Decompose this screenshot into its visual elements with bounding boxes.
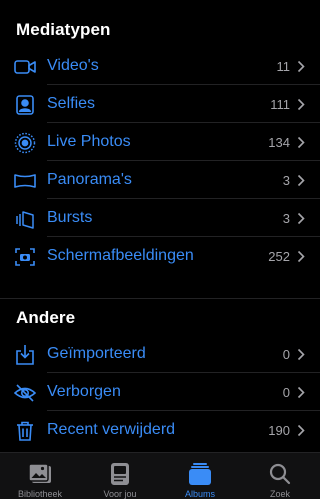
album-row-hidden[interactable]: Verborgen 0 xyxy=(0,374,320,411)
row-divider xyxy=(47,160,320,161)
album-count: 3 xyxy=(282,211,290,226)
album-label: Bursts xyxy=(47,209,93,226)
album-row-panoramas[interactable]: Panorama's 3 xyxy=(0,162,320,199)
album-label: Video's xyxy=(47,57,99,74)
tab-albums[interactable]: Albums xyxy=(160,453,240,499)
chevron-right-icon xyxy=(297,212,305,225)
tab-for-you[interactable]: Voor jou xyxy=(80,453,160,499)
chevron-right-icon xyxy=(297,348,305,361)
selfie-icon xyxy=(14,94,36,116)
album-label: Live Photos xyxy=(47,133,131,150)
row-divider xyxy=(47,198,320,199)
chevron-right-icon xyxy=(297,60,305,73)
section-title-andere: Andere xyxy=(16,308,76,327)
import-icon xyxy=(14,344,36,366)
album-count: 252 xyxy=(268,249,290,264)
tab-label: Albums xyxy=(184,489,215,499)
tab-label: Bibliotheek xyxy=(17,489,63,499)
album-count: 111 xyxy=(270,97,290,112)
album-row-selfies[interactable]: Selfies 111 xyxy=(0,86,320,123)
chevron-right-icon xyxy=(297,174,305,187)
album-label: Recent verwijderd xyxy=(47,421,176,438)
row-divider xyxy=(47,372,320,373)
album-label: Verborgen xyxy=(47,383,121,400)
albums-icon xyxy=(187,462,213,486)
album-row-videos[interactable]: Video's 11 xyxy=(0,48,320,85)
chevron-right-icon xyxy=(297,136,305,149)
video-icon xyxy=(14,56,36,78)
album-label: Panorama's xyxy=(47,171,132,188)
tab-search[interactable]: Zoek xyxy=(240,453,320,499)
section-title-mediatypen: Mediatypen xyxy=(16,20,111,39)
album-row-screenshots[interactable]: Schermafbeeldingen 252 xyxy=(0,238,320,275)
album-row-live-photos[interactable]: Live Photos 134 xyxy=(0,124,320,161)
tab-library[interactable]: Bibliotheek xyxy=(0,453,80,499)
album-count: 11 xyxy=(276,59,291,74)
panorama-icon xyxy=(14,170,36,192)
row-divider xyxy=(47,410,320,411)
screenshot-icon xyxy=(14,246,36,268)
live-photo-icon xyxy=(14,132,36,154)
album-count: 3 xyxy=(282,173,290,188)
chevron-right-icon xyxy=(297,98,305,111)
album-label: Schermafbeeldingen xyxy=(47,247,194,264)
trash-icon xyxy=(14,420,36,442)
album-row-bursts[interactable]: Bursts 3 xyxy=(0,200,320,237)
chevron-right-icon xyxy=(297,424,305,437)
chevron-right-icon xyxy=(297,386,305,399)
tab-label: Zoek xyxy=(269,489,290,499)
album-count: 134 xyxy=(268,135,290,150)
chevron-right-icon xyxy=(297,250,305,263)
row-divider xyxy=(47,84,320,85)
tab-label: Voor jou xyxy=(103,489,137,499)
library-icon xyxy=(27,462,53,486)
for-you-icon xyxy=(107,462,133,486)
album-count: 190 xyxy=(268,423,290,438)
search-icon xyxy=(267,462,293,486)
album-count: 0 xyxy=(282,385,290,400)
row-divider xyxy=(47,122,320,123)
tab-bar: Bibliotheek Voor jou Albums Zoek xyxy=(0,452,320,499)
album-label: Selfies xyxy=(47,95,96,112)
album-label: Geïmporteerd xyxy=(47,345,146,362)
album-row-recently-deleted[interactable]: Recent verwijderd 190 xyxy=(0,412,320,449)
row-divider xyxy=(47,236,320,237)
burst-icon xyxy=(14,208,36,230)
album-count: 0 xyxy=(282,347,290,362)
album-row-imported[interactable]: Geïmporteerd 0 xyxy=(0,336,320,373)
section-separator xyxy=(0,298,320,299)
hidden-eye-icon xyxy=(14,382,36,404)
